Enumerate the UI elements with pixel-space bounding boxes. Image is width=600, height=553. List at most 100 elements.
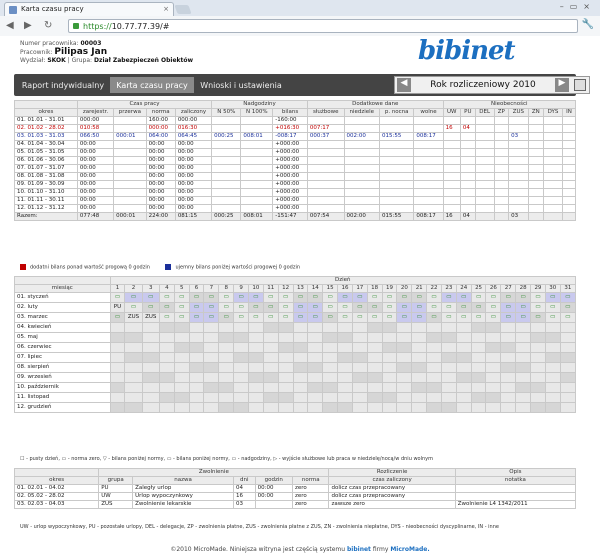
day-cell[interactable] [203, 352, 220, 363]
day-cell[interactable] [247, 362, 264, 373]
day-cell[interactable]: ▭ [188, 312, 205, 323]
day-cell[interactable] [277, 332, 294, 343]
day-cell[interactable] [396, 352, 413, 363]
day-cell[interactable] [366, 352, 383, 363]
day-cell[interactable] [559, 332, 577, 343]
day-cell[interactable] [247, 372, 264, 383]
day-cell[interactable] [247, 332, 264, 343]
day-cell[interactable] [337, 402, 353, 413]
day-cell[interactable] [322, 322, 339, 333]
day-cell[interactable] [203, 342, 220, 353]
day-cell[interactable] [544, 362, 561, 373]
day-cell[interactable] [322, 362, 339, 373]
day-cell[interactable] [141, 392, 160, 403]
day-cell[interactable] [381, 402, 398, 413]
day-cell[interactable]: ▭ [173, 292, 190, 303]
day-cell[interactable] [218, 352, 235, 363]
day-cell[interactable]: ▭ [366, 302, 383, 313]
day-cell[interactable] [500, 372, 517, 383]
day-cell[interactable] [124, 342, 143, 353]
day-cell[interactable] [203, 362, 220, 373]
day-cell[interactable] [262, 332, 279, 343]
day-cell[interactable] [173, 332, 190, 343]
day-cell[interactable] [188, 382, 205, 393]
back-icon[interactable]: ◀ [6, 20, 14, 31]
day-cell[interactable] [188, 352, 205, 363]
day-cell[interactable] [158, 322, 175, 333]
day-cell[interactable] [544, 372, 561, 383]
new-tab-button[interactable] [174, 5, 192, 14]
save-icon[interactable] [574, 79, 586, 91]
day-cell[interactable]: ▭ [218, 292, 235, 303]
day-cell[interactable] [455, 342, 472, 353]
day-cell[interactable]: ▭ [455, 302, 472, 313]
day-cell[interactable] [530, 362, 546, 373]
day-cell[interactable] [109, 392, 126, 403]
day-cell[interactable]: ▭ [500, 292, 517, 303]
day-cell[interactable] [173, 382, 190, 393]
day-cell[interactable] [411, 342, 428, 353]
day-cell[interactable]: ▭ [396, 302, 413, 313]
day-cell[interactable]: ▭ [262, 312, 279, 323]
day-cell[interactable] [426, 392, 442, 403]
day-cell[interactable] [262, 402, 279, 413]
day-cell[interactable]: ▭ [277, 302, 294, 313]
day-cell[interactable] [124, 382, 143, 393]
day-cell[interactable]: ▭ [109, 292, 126, 303]
day-cell[interactable] [470, 362, 487, 373]
day-cell[interactable]: ▭ [396, 292, 413, 303]
day-cell[interactable] [396, 362, 413, 373]
day-cell[interactable] [426, 402, 442, 413]
day-cell[interactable] [188, 332, 205, 343]
day-cell[interactable] [109, 332, 126, 343]
day-cell[interactable] [381, 342, 398, 353]
day-cell[interactable] [396, 372, 413, 383]
day-cell[interactable]: ▭ [559, 302, 577, 313]
day-cell[interactable] [307, 402, 324, 413]
day-cell[interactable] [141, 342, 160, 353]
day-cell[interactable] [247, 382, 264, 393]
day-cell[interactable]: ▭ [440, 302, 457, 313]
day-cell[interactable] [124, 322, 143, 333]
day-cell[interactable]: ▭ [322, 312, 339, 323]
day-cell[interactable] [544, 382, 561, 393]
day-cell[interactable]: ▭ [515, 292, 532, 303]
day-cell[interactable] [515, 382, 532, 393]
footer-company[interactable]: MicroMade. [390, 546, 429, 553]
day-cell[interactable]: ▭ [247, 292, 264, 303]
day-cell[interactable]: ▭ [262, 302, 279, 313]
day-cell[interactable] [218, 342, 235, 353]
day-cell[interactable] [396, 342, 413, 353]
day-cell[interactable] [109, 322, 126, 333]
day-cell[interactable] [322, 392, 339, 403]
day-cell[interactable]: ▭ [337, 302, 353, 313]
day-cell[interactable] [544, 402, 561, 413]
summary-row[interactable]: 08. 01.08 - 31.08 00:00 00:00 00:00 +000:00 [14, 172, 577, 181]
day-cell[interactable] [500, 342, 517, 353]
day-cell[interactable] [455, 402, 472, 413]
day-cell[interactable] [411, 372, 428, 383]
day-cell[interactable]: ▭ [124, 292, 143, 303]
day-cell[interactable] [173, 322, 190, 333]
day-cell[interactable] [218, 362, 235, 373]
day-cell[interactable] [411, 322, 428, 333]
day-cell[interactable] [322, 332, 339, 343]
day-cell[interactable] [426, 352, 442, 363]
day-cell[interactable]: ▭ [381, 312, 398, 323]
day-cell[interactable]: ▭ [544, 312, 561, 323]
day-cell[interactable]: ▭ [322, 302, 339, 313]
day-cell[interactable] [141, 352, 160, 363]
day-cell[interactable]: ▭ [559, 292, 577, 303]
day-cell[interactable] [292, 332, 309, 343]
day-cell[interactable]: ▭ [277, 312, 294, 323]
day-cell[interactable] [559, 352, 577, 363]
day-cell[interactable] [307, 322, 324, 333]
day-cell[interactable] [277, 362, 294, 373]
summary-row[interactable]: 03. 01.03 - 31.03 066:50 000:01 064:00 064:4… [14, 132, 577, 141]
day-cell[interactable] [485, 322, 502, 333]
absence-row[interactable]: 03. 02.03 - 04.03 ZUS Zwolnienie lekarskie… [13, 500, 577, 509]
day-cell[interactable] [124, 392, 143, 403]
day-cell[interactable] [262, 382, 279, 393]
day-cell[interactable] [544, 332, 561, 343]
day-cell[interactable]: ▭ [351, 312, 368, 323]
